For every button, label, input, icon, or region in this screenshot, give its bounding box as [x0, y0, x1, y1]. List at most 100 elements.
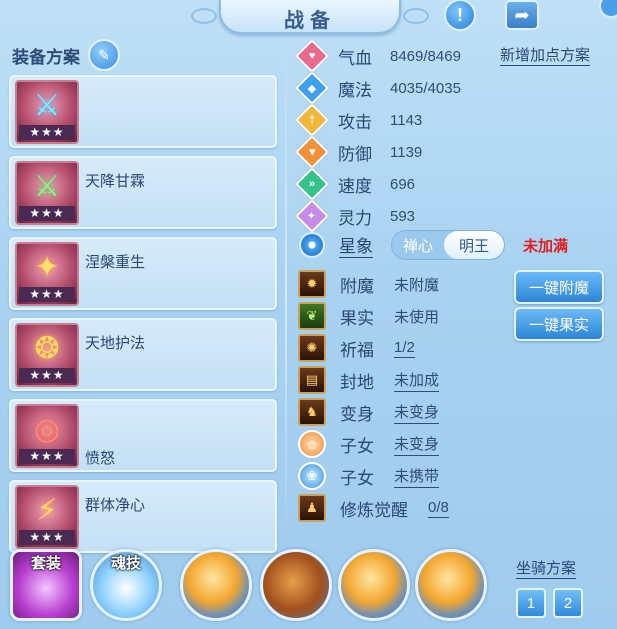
stat-mp: ◆ 魔法 4035/4035 — [295, 71, 496, 105]
suit-label: 套装 — [30, 555, 62, 572]
buff-value[interactable]: 未变身 — [394, 401, 440, 424]
corner-ornament-icon — [599, 0, 617, 18]
mount-plan-2-button[interactable]: 2 — [553, 588, 583, 618]
mount-plan-label: 坐骑方案 — [516, 557, 577, 579]
skill-slot-1[interactable] — [180, 549, 252, 621]
stat-value: 593 — [390, 207, 416, 225]
one-click-fruit-button[interactable]: 一键果实 — [514, 307, 604, 341]
transform-icon: ♞ — [298, 398, 326, 426]
pencil-icon[interactable]: ✎ — [88, 39, 120, 71]
buff-label: 修炼觉醒 — [340, 500, 408, 520]
add-plan-link[interactable]: 新增加点方案 — [500, 44, 591, 66]
spirit-icon: ✦ — [295, 199, 329, 233]
sword-icon: † — [295, 103, 329, 137]
enchant-icon: ✹ — [298, 270, 326, 298]
plans-header: 装备方案 ✎ — [12, 39, 120, 71]
share-button[interactable]: ➦ — [505, 0, 539, 30]
star-rating: ★★★ — [19, 368, 75, 383]
buff-label: 附魔 — [340, 276, 374, 296]
stat-value: 696 — [390, 175, 416, 193]
skill-slot-3[interactable] — [338, 549, 410, 621]
star-sign-status: 未加满 — [523, 237, 569, 255]
title-bar: 战备 ! ➦ — [0, 0, 617, 38]
weapon-thumbnail: ✦ ★★★ — [15, 242, 79, 306]
star-sign-label[interactable]: 星象 — [339, 232, 373, 258]
weapon-icon: ❂ — [34, 332, 60, 365]
title-plate: 战备 — [191, 0, 429, 34]
stat-label: 速度 — [338, 176, 372, 196]
star-rating: ★★★ — [19, 449, 75, 464]
weapon-thumbnail: ❂ ★★★ — [15, 323, 79, 387]
mount-plan-1-button[interactable]: 1 — [516, 588, 546, 618]
buff-label: 果实 — [340, 308, 374, 328]
soul-skill-button[interactable]: 魂技 — [90, 549, 162, 621]
weapon-icon: ⚔ — [33, 170, 61, 203]
skill-slot-2[interactable] — [260, 549, 332, 621]
buff-value[interactable]: 未加成 — [394, 369, 440, 392]
weapon-thumbnail: ◎ ★★★ — [15, 404, 79, 468]
buff-value: 未附魔 — [394, 276, 440, 294]
constellation-icon — [299, 232, 325, 258]
buff-fief: ▤ 封地 未加成 — [296, 364, 616, 396]
star-sign-option-mingwang[interactable]: 明王 — [444, 231, 504, 259]
exclamation-icon: ! — [444, 0, 476, 31]
star-sign-option-chanxin[interactable]: 禅心 — [392, 231, 444, 259]
buff-cultivate: ♟ 修炼觉醒 0/8 — [296, 492, 616, 524]
buff-label: 子女 — [340, 468, 374, 488]
fief-scroll-icon: ▤ — [298, 366, 326, 394]
child-icon: ☺ — [298, 430, 326, 458]
plan-name: 涅槃重生 — [85, 254, 146, 271]
plans-header-label: 装备方案 — [12, 47, 80, 67]
info-button[interactable]: ! — [443, 0, 477, 31]
cultivate-icon: ♟ — [298, 494, 326, 522]
buff-value[interactable]: 1/2 — [394, 339, 415, 358]
stat-value: 4035/4035 — [390, 79, 461, 97]
heart-icon: ♥ — [295, 39, 329, 73]
stats-panel: ♥ 气血 8469/8469 ◆ 魔法 4035/4035 † 攻击 1143 … — [295, 39, 496, 233]
plan-card-4[interactable]: ❂ ★★★ 天地护法 — [9, 318, 277, 391]
plan-card-5[interactable]: ◎ ★★★ 愤怒 — [9, 399, 277, 472]
fruit-icon: ❦ — [298, 302, 326, 330]
buff-value: 未使用 — [394, 308, 440, 326]
weapon-icon: ✦ — [34, 251, 60, 284]
stat-attack: † 攻击 1143 — [295, 103, 496, 137]
buff-pet: ❀ 子女 未携带 — [296, 460, 616, 492]
stat-speed: » 速度 696 — [295, 167, 496, 201]
one-click-enchant-button[interactable]: 一键附魔 — [514, 270, 604, 304]
stat-value: 8469/8469 — [390, 47, 461, 65]
buff-label: 子女 — [340, 436, 374, 456]
stat-label: 魔法 — [338, 80, 372, 100]
buff-transform: ♞ 变身 未变身 — [296, 396, 616, 428]
weapon-thumbnail: ⚔ ★★★ — [15, 80, 79, 144]
plan-list: ⚔ ★★★ ⚔ ★★★ 天降甘霖 ✦ ★★★ 涅槃重生 ❂ ★★★ 天地护法 ◎… — [9, 75, 277, 561]
plan-card-2[interactable]: ⚔ ★★★ 天降甘霖 — [9, 156, 277, 229]
stat-label: 防御 — [338, 144, 372, 164]
plan-card-1[interactable]: ⚔ ★★★ — [9, 75, 277, 148]
skill-slot-4[interactable] — [415, 549, 487, 621]
star-rating: ★★★ — [19, 125, 75, 140]
stat-label: 气血 — [338, 48, 372, 68]
star-sign-toggle: 禅心 明王 — [391, 230, 505, 260]
buff-value[interactable]: 0/8 — [428, 499, 449, 518]
share-icon: ➦ — [505, 0, 539, 30]
weapon-icon: ◎ — [33, 413, 61, 446]
buff-child: ☺ 子女 未变身 — [296, 428, 616, 460]
buff-label: 变身 — [340, 404, 374, 424]
weapon-icon: ⚡ — [36, 494, 58, 527]
weapon-thumbnail: ⚔ ★★★ — [15, 161, 79, 225]
star-rating: ★★★ — [19, 206, 75, 221]
buff-value[interactable]: 未携带 — [394, 465, 440, 488]
suit-button[interactable]: 套装 — [10, 549, 82, 621]
plan-card-3[interactable]: ✦ ★★★ 涅槃重生 — [9, 237, 277, 310]
stat-spirit: ✦ 灵力 593 — [295, 199, 496, 233]
star-sign-row: 星象 禅心 明王 未加满 — [296, 229, 616, 261]
plan-name: 天降甘霖 — [85, 173, 146, 190]
shield-icon: ▼ — [295, 135, 329, 169]
plan-name: 天地护法 — [85, 335, 146, 352]
buff-label: 封地 — [340, 372, 374, 392]
buff-value[interactable]: 未变身 — [394, 433, 440, 456]
stat-hp: ♥ 气血 8469/8469 — [295, 39, 496, 73]
bless-icon: ✺ — [298, 334, 326, 362]
plan-name: 群体净心 — [85, 497, 146, 514]
speed-icon: » — [295, 167, 329, 201]
